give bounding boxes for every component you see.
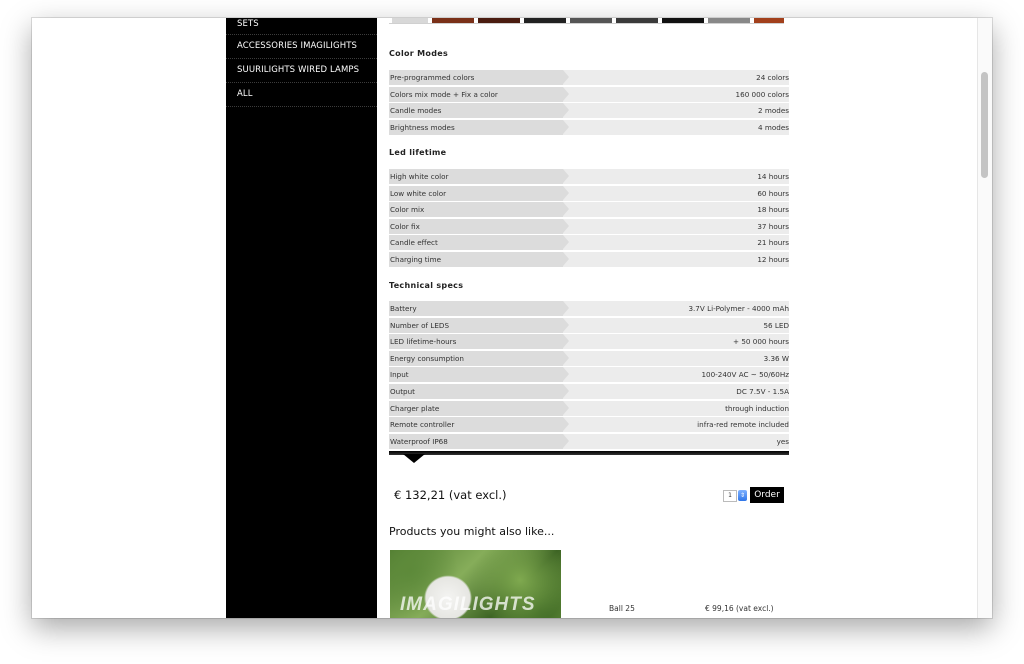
section-title-technical-specs: Technical specs bbox=[389, 281, 464, 290]
spec-row: Charging time 12 hours bbox=[389, 252, 789, 267]
spec-row: High white color 14 hours bbox=[389, 169, 789, 184]
spec-value: 2 modes bbox=[758, 106, 789, 115]
spec-row: Battery 3.7V Li-Polymer - 4000 mAh bbox=[389, 301, 789, 316]
spec-label: Battery bbox=[389, 301, 569, 316]
spec-value: infra-red remote included bbox=[697, 420, 789, 429]
spec-value: 56 LED bbox=[763, 321, 789, 330]
spec-label: Input bbox=[389, 367, 569, 382]
spec-label: High white color bbox=[389, 169, 569, 184]
spec-value: 21 hours bbox=[757, 238, 789, 247]
page-scrollbar[interactable] bbox=[977, 18, 992, 618]
thumbnail-strip bbox=[389, 18, 784, 24]
spec-value: 24 colors bbox=[756, 73, 789, 82]
spec-value: yes bbox=[776, 437, 789, 446]
spec-row: Color fix 37 hours bbox=[389, 219, 789, 234]
spec-label: Brightness modes bbox=[389, 120, 569, 135]
scrollbar-thumb[interactable] bbox=[981, 72, 988, 178]
spec-label: Color mix bbox=[389, 202, 569, 217]
spec-label: LED lifetime-hours bbox=[389, 334, 569, 349]
spec-label: Charger plate bbox=[389, 401, 569, 416]
spec-value: through induction bbox=[725, 404, 789, 413]
spec-label: Candle modes bbox=[389, 103, 569, 118]
spec-row: Waterproof IP68 yes bbox=[389, 434, 789, 449]
spec-label: Remote controller bbox=[389, 417, 569, 432]
spinner-icon[interactable]: ⇕ bbox=[738, 490, 747, 501]
spec-label: Energy consumption bbox=[389, 351, 569, 366]
spec-label: Low white color bbox=[389, 186, 569, 201]
spec-row: Output DC 7.5V - 1.5A bbox=[389, 384, 789, 399]
spec-row: Brightness modes 4 modes bbox=[389, 120, 789, 135]
spec-row: Pre-programmed colors 24 colors bbox=[389, 70, 789, 85]
sidebar-item-all[interactable]: ALL bbox=[226, 83, 377, 107]
spec-label: Output bbox=[389, 384, 569, 399]
spec-row: Input 100-240V AC ~ 50/60Hz bbox=[389, 367, 789, 382]
spec-row: Charger plate through induction bbox=[389, 401, 789, 416]
spec-value: 60 hours bbox=[757, 189, 789, 198]
spec-value: + 50 000 hours bbox=[733, 337, 789, 346]
spec-label: Color fix bbox=[389, 219, 569, 234]
section-title-led-lifetime: Led lifetime bbox=[389, 148, 447, 157]
spec-value: 160 000 colors bbox=[735, 90, 789, 99]
spec-row: Energy consumption 3.36 W bbox=[389, 351, 789, 366]
spec-table-divider bbox=[389, 451, 789, 455]
quantity-input[interactable]: 1 bbox=[723, 490, 737, 502]
browser-viewport: SETS ACCESSORIES IMAGILIGHTS SUURILIGHTS… bbox=[32, 18, 992, 618]
spec-value: 3.36 W bbox=[763, 354, 789, 363]
spec-value: 18 hours bbox=[757, 205, 789, 214]
spec-label: Colors mix mode + Fix a color bbox=[389, 87, 569, 102]
spec-row: Remote controller infra-red remote inclu… bbox=[389, 417, 789, 432]
product-price: € 132,21 (vat excl.) bbox=[394, 488, 507, 502]
order-button[interactable]: Order bbox=[750, 487, 784, 503]
spec-value: 37 hours bbox=[757, 222, 789, 231]
spec-label: Waterproof IP68 bbox=[389, 434, 569, 449]
spec-label: Number of LEDS bbox=[389, 318, 569, 333]
spec-value: 3.7V Li-Polymer - 4000 mAh bbox=[688, 304, 789, 313]
sidebar-item-sets[interactable]: SETS bbox=[226, 18, 377, 35]
spec-row: Number of LEDS 56 LED bbox=[389, 318, 789, 333]
category-sidebar: SETS ACCESSORIES IMAGILIGHTS SUURILIGHTS… bbox=[226, 18, 377, 618]
spec-row: Low white color 60 hours bbox=[389, 186, 789, 201]
spec-label: Charging time bbox=[389, 252, 569, 267]
product-content: Color Modes Pre-programmed colors 24 col… bbox=[389, 18, 789, 618]
spec-value: 4 modes bbox=[758, 123, 789, 132]
spec-label: Pre-programmed colors bbox=[389, 70, 569, 85]
spec-row: Candle effect 21 hours bbox=[389, 235, 789, 250]
image-watermark: IMAGILIGHTS bbox=[400, 594, 536, 615]
spec-row: Color mix 18 hours bbox=[389, 202, 789, 217]
spec-label: Candle effect bbox=[389, 235, 569, 250]
spec-row: LED lifetime-hours + 50 000 hours bbox=[389, 334, 789, 349]
spec-row: Candle modes 2 modes bbox=[389, 103, 789, 118]
spec-value: 100-240V AC ~ 50/60Hz bbox=[701, 370, 789, 379]
pointer-arrow-icon bbox=[403, 454, 425, 463]
spec-value: DC 7.5V - 1.5A bbox=[736, 387, 789, 396]
related-products-title: Products you might also like... bbox=[389, 525, 555, 538]
related-product-price: € 99,16 (vat excl.) bbox=[705, 604, 774, 613]
section-title-color-modes: Color Modes bbox=[389, 49, 449, 58]
spec-row: Colors mix mode + Fix a color 160 000 co… bbox=[389, 87, 789, 102]
product-image-ball-25[interactable]: IMAGILIGHTS bbox=[390, 550, 561, 618]
spec-value: 14 hours bbox=[757, 172, 789, 181]
sidebar-item-suurilights-wired-lamps[interactable]: SUURILIGHTS WIRED LAMPS bbox=[226, 59, 377, 83]
spec-value: 12 hours bbox=[757, 255, 789, 264]
sidebar-item-accessories-imagilights[interactable]: ACCESSORIES IMAGILIGHTS bbox=[226, 35, 377, 59]
thumbnail-divider bbox=[389, 23, 784, 24]
related-product-name[interactable]: Ball 25 bbox=[609, 604, 635, 613]
